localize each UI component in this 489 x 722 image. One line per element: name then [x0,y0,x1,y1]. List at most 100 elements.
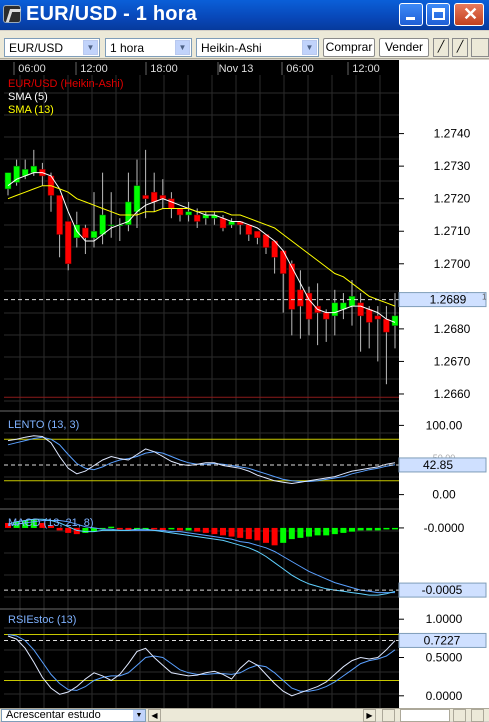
window-title: EUR/USD - 1 hora [26,3,198,25]
macd-histogram-bar [228,527,235,537]
lento-current-label: 42.85 [423,458,453,472]
close-icon: ✕ [463,4,479,24]
price-tick-label: 1.2670 [434,354,471,368]
candle-body [64,221,72,265]
candle-body [383,318,390,333]
candle-body [245,224,253,235]
candle-body [391,315,399,326]
chevron-down-icon[interactable]: ▼ [83,40,98,55]
scroll-left-button[interactable]: ◀ [148,709,161,722]
candle-body [348,296,356,307]
app-icon [3,5,21,23]
macd-current-label: -0.0005 [422,583,463,597]
candle-body [30,165,38,173]
chevron-down-icon[interactable]: ▼ [133,710,145,721]
candle-body [107,224,115,226]
candle-body [374,315,382,320]
axis-tick-label: 1.0000 [426,612,463,626]
axis-tick-label: 0.00 [432,488,456,502]
macd-histogram-bar [383,527,390,530]
indicator-legend-label: SMA (5) [8,91,48,103]
zoom-out-button[interactable] [382,709,395,722]
axis-tick-label: 0.0000 [426,689,463,703]
draw-line-tool[interactable]: ╱ [433,38,449,57]
rsiestoc-current-label: 0.7227 [424,633,461,647]
candle-body [176,208,184,216]
period-select[interactable]: 1 hora ▼ [105,38,192,57]
current-price-label: 1.2689 [430,293,467,307]
candle-body [185,211,192,216]
price-tick-label: 1.2730 [434,159,471,173]
macd-histogram-bar [349,527,355,532]
price-tick-label: 1.2660 [434,387,471,401]
axis-tick-label: 0.5000 [426,651,463,665]
sell-button[interactable]: Vender [379,38,429,57]
macd-histogram-bar [357,527,364,531]
macd-histogram-bar [331,527,338,535]
price-tick-label: 1.2740 [434,127,471,141]
macd-histogram-bar [202,527,209,533]
macd-histogram-bar [151,527,158,530]
candle-body [13,165,20,183]
candle-body [193,214,201,222]
candle-body [357,302,364,317]
symbol-select[interactable]: EUR/USD ▼ [4,38,100,57]
zoom-in-button[interactable] [453,709,466,722]
macd-histogram-bar [392,527,398,530]
macd-histogram-bar [288,527,295,540]
chart-canvas[interactable]: 06:00 12:00 18:00 Nov 13 06:00 12:00 1.2740 1.2… [0,60,489,708]
macd-histogram-bar [374,527,381,531]
macd-histogram-bar [271,527,278,546]
axis-tick-label: 100.00 [426,418,463,432]
zoom-reset-button[interactable] [471,709,484,722]
chevron-down-icon[interactable]: ▼ [302,40,317,55]
more-tools-button[interactable] [471,38,489,57]
candle-body [99,214,106,235]
candle-body [305,292,313,320]
candle-body [150,191,158,203]
candle-body [133,185,141,212]
macd-histogram-bar [323,527,330,536]
draw-trend-tool[interactable]: ╱ [452,38,468,57]
candle-body [56,195,63,235]
chart-type-value: Heikin-Ashi [201,41,262,55]
time-label: Nov 13 [219,63,254,75]
scroll-right-button[interactable]: ▶ [363,709,376,722]
add-study-select[interactable]: Acrescentar estudo ▼ [1,709,146,722]
macd-histogram-bar [211,527,218,535]
plot-background [0,60,399,708]
maximize-button[interactable] [426,3,450,26]
chevron-down-icon[interactable]: ▼ [175,40,190,55]
time-label: 06:00 [18,63,46,75]
candle-body [365,309,373,323]
macd-histogram-bar [237,527,244,538]
candle-body [331,302,339,317]
toolbar: EUR/USD ▼ 1 hora ▼ Heikin-Ashi ▼ Comprar Ve… [0,31,489,59]
macd-histogram-bar [340,527,347,533]
price-tick-label: 1.2700 [434,257,471,271]
macd-histogram-bar [116,527,123,530]
add-study-label: Acrescentar estudo [6,709,101,721]
period-value: 1 hora [110,41,145,55]
macd-histogram-bar [263,527,269,543]
candle-body [168,198,175,209]
price-axis-background [399,60,489,708]
candle-body [254,230,261,238]
macd-histogram-bar [297,527,304,538]
candle-body [297,289,304,307]
macd-histogram-bar [185,527,192,531]
candle-body [219,217,227,229]
candle-body [142,195,149,199]
indicator-legend-label: SMA (13) [8,104,54,116]
candle-body [322,312,330,320]
symbol-value: EUR/USD [9,41,64,55]
close-button[interactable]: ✕ [454,3,484,26]
zoom-slider[interactable] [400,709,450,722]
title-bar: EUR/USD - 1 hora ✕ [0,0,489,30]
buy-button[interactable]: Comprar [323,38,375,57]
macd-histogram-bar [168,527,175,530]
chart-type-select[interactable]: Heikin-Ashi ▼ [196,38,319,57]
minimize-button[interactable] [399,3,423,26]
lento-label: LENTO (13, 3) [8,419,79,431]
macd-histogram-bar [280,527,287,543]
